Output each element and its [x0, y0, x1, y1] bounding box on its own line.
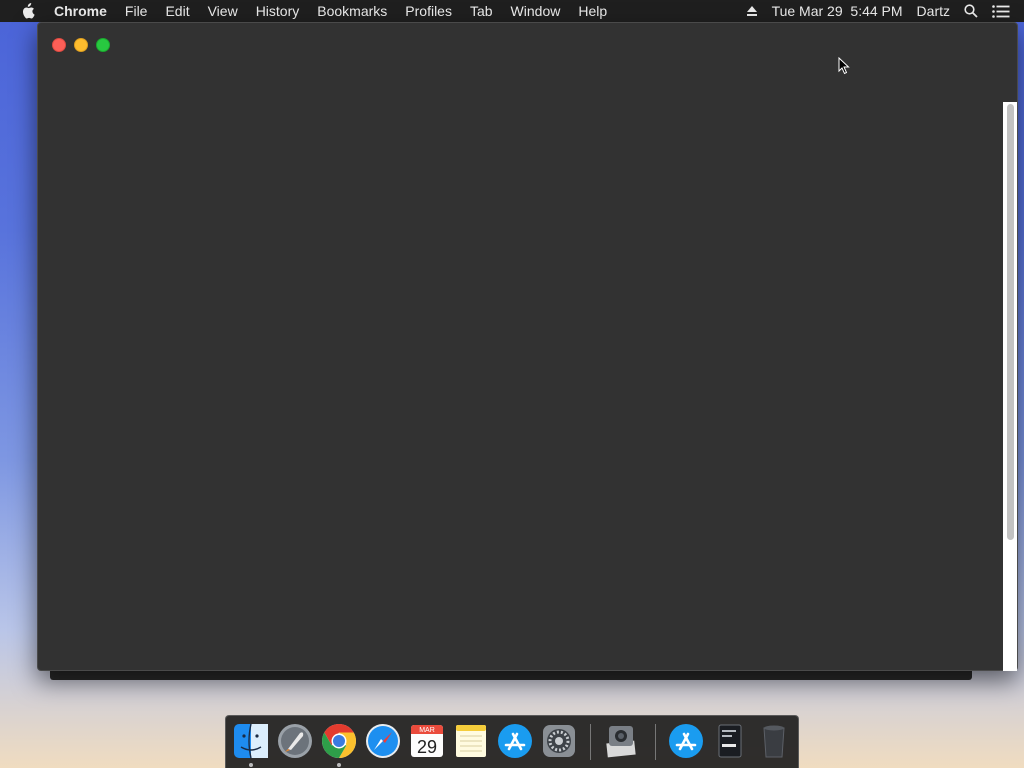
- apple-menu-icon[interactable]: [20, 3, 36, 19]
- scrollbar-thumb[interactable]: [1007, 104, 1014, 540]
- notification-center-icon[interactable]: [992, 4, 1010, 18]
- launchpad-icon[interactable]: [276, 722, 314, 760]
- maximize-window-button[interactable]: [96, 38, 110, 52]
- notes-icon[interactable]: [452, 722, 490, 760]
- menu-tab[interactable]: Tab: [470, 3, 493, 19]
- calendar-icon[interactable]: MAR 29: [408, 722, 446, 760]
- app-store-icon[interactable]: [667, 722, 705, 760]
- app-store-icon[interactable]: [496, 722, 534, 760]
- menu-bookmarks[interactable]: Bookmarks: [317, 3, 387, 19]
- chrome-icon[interactable]: [320, 722, 358, 760]
- window-controls: [52, 38, 118, 52]
- chrome-running-indicator: [337, 763, 341, 767]
- mouse-cursor-icon: [838, 56, 850, 80]
- browser-window[interactable]: [37, 22, 1018, 671]
- finder-running-indicator: [249, 763, 253, 767]
- minimize-window-button[interactable]: [74, 38, 88, 52]
- ebook-icon[interactable]: [711, 722, 749, 760]
- menu-profiles[interactable]: Profiles: [405, 3, 452, 19]
- menu-help[interactable]: Help: [578, 3, 607, 19]
- calendar-month: MAR: [419, 727, 435, 734]
- image-capture-icon[interactable]: [602, 722, 640, 760]
- close-window-button[interactable]: [52, 38, 66, 52]
- system-preferences-icon[interactable]: [540, 722, 578, 760]
- menu-edit[interactable]: Edit: [165, 3, 189, 19]
- window-shadow: [50, 671, 972, 680]
- dock: MAR 29: [225, 715, 799, 768]
- finder-icon[interactable]: [232, 722, 270, 760]
- menu-bar: Chrome File Edit View History Bookmarks …: [0, 0, 1024, 22]
- menu-app-name[interactable]: Chrome: [54, 3, 107, 19]
- menu-history[interactable]: History: [256, 3, 300, 19]
- menu-datetime[interactable]: Tue Mar 29 5:44 PM: [772, 3, 903, 19]
- dock-separator: [655, 724, 656, 760]
- vertical-scrollbar[interactable]: [1003, 102, 1017, 671]
- menu-user[interactable]: Dartz: [917, 3, 950, 19]
- menu-file[interactable]: File: [125, 3, 148, 19]
- trash-icon[interactable]: [755, 722, 793, 760]
- menu-view[interactable]: View: [208, 3, 238, 19]
- menu-window[interactable]: Window: [511, 3, 561, 19]
- safari-icon[interactable]: [364, 722, 402, 760]
- dock-separator: [590, 724, 591, 760]
- spotlight-search-icon[interactable]: [964, 4, 978, 18]
- eject-icon[interactable]: [746, 5, 758, 17]
- calendar-day: 29: [417, 737, 437, 757]
